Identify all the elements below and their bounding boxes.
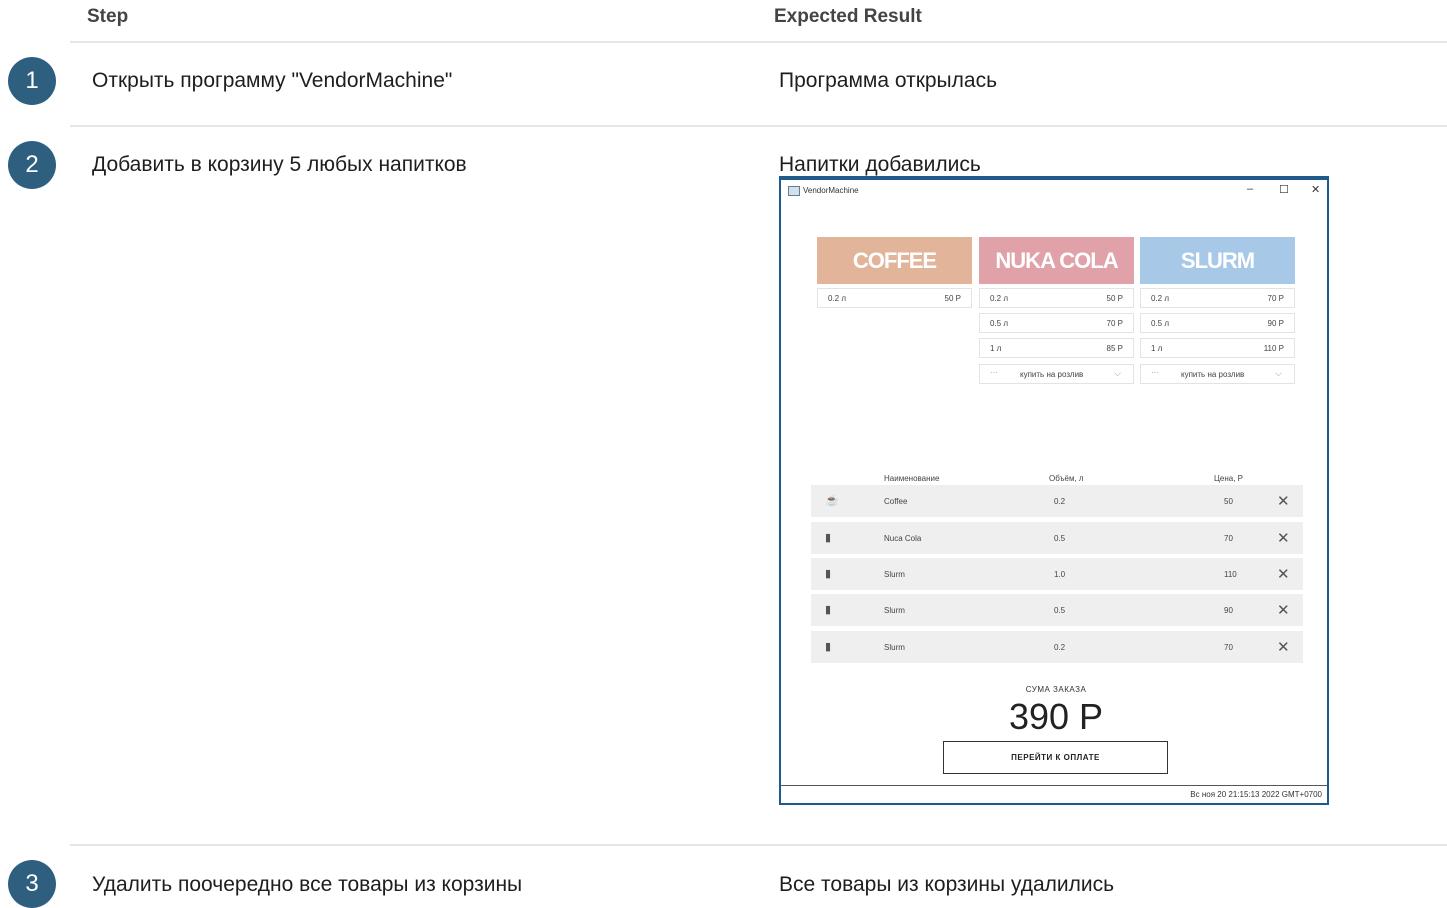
order-sum-value: 390 Р — [1008, 696, 1104, 737]
vendor-machine-window: VendorMachine – ☐ ✕ COFFEE NUKA COLA SLU… — [779, 176, 1329, 805]
cart-item-name: Nuca Cola — [884, 534, 922, 543]
more-icon: ⋯ — [990, 368, 998, 377]
product-card-nuka-cola[interactable]: NUKA COLA — [979, 237, 1134, 284]
size-option[interactable]: 0.2 л 50 Р — [817, 288, 972, 308]
size-option[interactable]: 1 л 85 Р — [979, 338, 1134, 358]
cart-item-volume: 0.5 — [1054, 606, 1066, 615]
remove-item-icon[interactable]: ✕ — [1277, 565, 1290, 583]
size-option[interactable]: 1 л 110 Р — [1140, 338, 1295, 358]
cart-row: ☕ Coffee 0.2 50 ✕ — [811, 485, 1303, 517]
size-volume: 0.5 л — [1151, 319, 1170, 328]
window-title: VendorMachine — [803, 186, 859, 195]
step-text: Добавить в корзину 5 любых напитков — [92, 153, 467, 176]
column-header-step: Step — [87, 6, 129, 27]
step-number-badge: 2 — [8, 141, 56, 189]
size-price: 90 Р — [1267, 319, 1284, 328]
size-price: 85 Р — [1106, 344, 1123, 353]
expected-text: Напитки добавились — [779, 153, 981, 176]
product-card-slurm[interactable]: SLURM — [1140, 237, 1295, 284]
size-price: 50 Р — [1106, 294, 1123, 303]
cart-item-name: Slurm — [884, 643, 905, 652]
draft-dropdown[interactable]: ⋯ купить на розлив ⌵ — [1140, 364, 1295, 384]
can-icon: ▮ — [825, 641, 832, 653]
minimize-button[interactable]: – — [1247, 183, 1253, 195]
close-button[interactable]: ✕ — [1311, 183, 1320, 196]
cart-item-price: 70 — [1224, 534, 1233, 543]
remove-item-icon[interactable]: ✕ — [1277, 601, 1290, 619]
column-header-expected: Expected Result — [774, 6, 922, 27]
size-volume: 1 л — [990, 344, 1002, 353]
size-volume: 0.5 л — [990, 319, 1009, 328]
size-price: 70 Р — [1267, 294, 1284, 303]
order-sum-label: СУМА ЗАКАЗА — [1025, 685, 1087, 694]
expected-text: Все товары из корзины удалились — [779, 873, 1115, 896]
size-price: 50 Р — [944, 294, 961, 303]
cart-item-price: 110 — [1224, 570, 1237, 579]
bottle-icon: ▮ — [825, 532, 832, 544]
maximize-button[interactable]: ☐ — [1279, 183, 1289, 196]
cart-row: ▮ Slurm 1.0 110 ✕ — [811, 558, 1303, 590]
size-option[interactable]: 0.2 л 50 Р — [979, 288, 1134, 308]
more-icon: ⋯ — [1151, 368, 1159, 377]
app-icon — [788, 186, 800, 196]
coffee-cup-icon: ☕ — [825, 495, 839, 507]
size-volume: 0.2 л — [828, 294, 847, 303]
cart-item-price: 90 — [1224, 606, 1233, 615]
step-number-badge: 3 — [8, 860, 56, 908]
cart-row: ▮ Slurm 0.2 70 ✕ — [811, 631, 1303, 663]
status-bar: Вс ноя 20 21:15:13 2022 GMT+0700 — [781, 785, 1327, 803]
draft-label: купить на розлив — [1020, 370, 1084, 379]
cart-item-name: Slurm — [884, 606, 905, 615]
status-datetime: Вс ноя 20 21:15:13 2022 GMT+0700 — [1190, 790, 1322, 799]
step-text: Открыть программу "VendorMachine" — [92, 69, 453, 92]
divider — [70, 41, 1447, 43]
divider — [70, 125, 1447, 127]
size-price: 70 Р — [1106, 319, 1123, 328]
product-card-coffee[interactable]: COFFEE — [817, 237, 972, 284]
size-option[interactable]: 0.2 л 70 Р — [1140, 288, 1295, 308]
remove-item-icon[interactable]: ✕ — [1277, 529, 1290, 547]
chevron-down-icon: ⌵ — [1114, 368, 1121, 378]
can-icon: ▮ — [825, 568, 832, 580]
step-number-badge: 1 — [8, 57, 56, 105]
cart-item-name: Slurm — [884, 570, 905, 579]
chevron-down-icon: ⌵ — [1275, 368, 1282, 378]
step-text: Удалить поочередно все товары из корзины — [92, 873, 523, 896]
cart-header-volume: Объём, л — [1049, 474, 1084, 483]
size-volume: 0.2 л — [990, 294, 1009, 303]
title-bar: VendorMachine – ☐ ✕ — [781, 180, 1327, 202]
cart-header-name: Наименование — [884, 474, 940, 483]
expected-text: Программа открылась — [779, 69, 998, 92]
size-option[interactable]: 0.5 л 70 Р — [979, 313, 1134, 333]
cart-item-price: 50 — [1224, 497, 1233, 506]
cart-item-volume: 0.2 — [1054, 497, 1066, 506]
size-option[interactable]: 0.5 л 90 Р — [1140, 313, 1295, 333]
go-to-payment-button[interactable]: ПЕРЕЙТИ К ОПЛАТЕ — [943, 741, 1168, 774]
cart-row: ▮ Nuca Cola 0.5 70 ✕ — [811, 522, 1303, 554]
cart-item-volume: 1.0 — [1054, 570, 1066, 579]
cart-item-name: Coffee — [884, 497, 908, 506]
draft-label: купить на розлив — [1181, 370, 1245, 379]
remove-item-icon[interactable]: ✕ — [1277, 638, 1290, 656]
cart-item-volume: 0.5 — [1054, 534, 1066, 543]
cart-row: ▮ Slurm 0.5 90 ✕ — [811, 594, 1303, 626]
cart-item-price: 70 — [1224, 643, 1233, 652]
cart-header-price: Цена, Р — [1214, 474, 1244, 483]
draft-dropdown[interactable]: ⋯ купить на розлив ⌵ — [979, 364, 1134, 384]
remove-item-icon[interactable]: ✕ — [1277, 492, 1290, 510]
can-icon: ▮ — [825, 604, 832, 616]
size-volume: 1 л — [1151, 344, 1163, 353]
divider — [70, 844, 1447, 846]
size-price: 110 Р — [1263, 344, 1284, 353]
size-volume: 0.2 л — [1151, 294, 1170, 303]
cart-item-volume: 0.2 — [1054, 643, 1066, 652]
